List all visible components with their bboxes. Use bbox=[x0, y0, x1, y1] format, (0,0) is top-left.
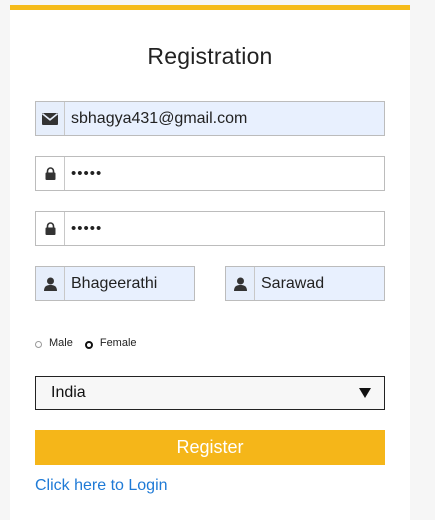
gender-label-female: Female bbox=[99, 337, 137, 349]
radio-male[interactable] bbox=[35, 341, 42, 348]
caret-down-icon bbox=[359, 388, 371, 398]
envelope-icon bbox=[36, 102, 65, 135]
registration-card: Registration sbhagya431@gmail.com ••••• … bbox=[10, 5, 410, 520]
gender-label-male: Male bbox=[49, 337, 73, 349]
login-link[interactable]: Click here to Login bbox=[35, 477, 168, 495]
register-button[interactable]: Register bbox=[35, 430, 385, 465]
last-name-field-group bbox=[225, 266, 385, 301]
user-icon bbox=[226, 267, 255, 300]
confirm-password-input[interactable] bbox=[65, 212, 384, 245]
country-select[interactable]: India bbox=[35, 376, 385, 410]
email-input[interactable] bbox=[65, 102, 384, 135]
password-field-group bbox=[35, 156, 385, 191]
user-icon bbox=[36, 267, 65, 300]
gender-option-female[interactable]: Female bbox=[84, 337, 137, 349]
last-name-input[interactable] bbox=[255, 267, 384, 300]
radio-female[interactable] bbox=[84, 340, 93, 349]
confirm-password-field-group bbox=[35, 211, 385, 246]
first-name-field-group bbox=[35, 266, 195, 301]
email-field-group bbox=[35, 101, 385, 136]
country-selected-value: India bbox=[51, 384, 86, 401]
gender-radio-group: Male Female bbox=[35, 337, 149, 349]
first-name-input[interactable] bbox=[65, 267, 194, 300]
password-input[interactable] bbox=[65, 157, 384, 190]
gender-option-male[interactable]: Male bbox=[35, 337, 73, 349]
page-title: Registration bbox=[147, 43, 273, 69]
lock-icon bbox=[36, 157, 65, 190]
lock-icon bbox=[36, 212, 65, 245]
